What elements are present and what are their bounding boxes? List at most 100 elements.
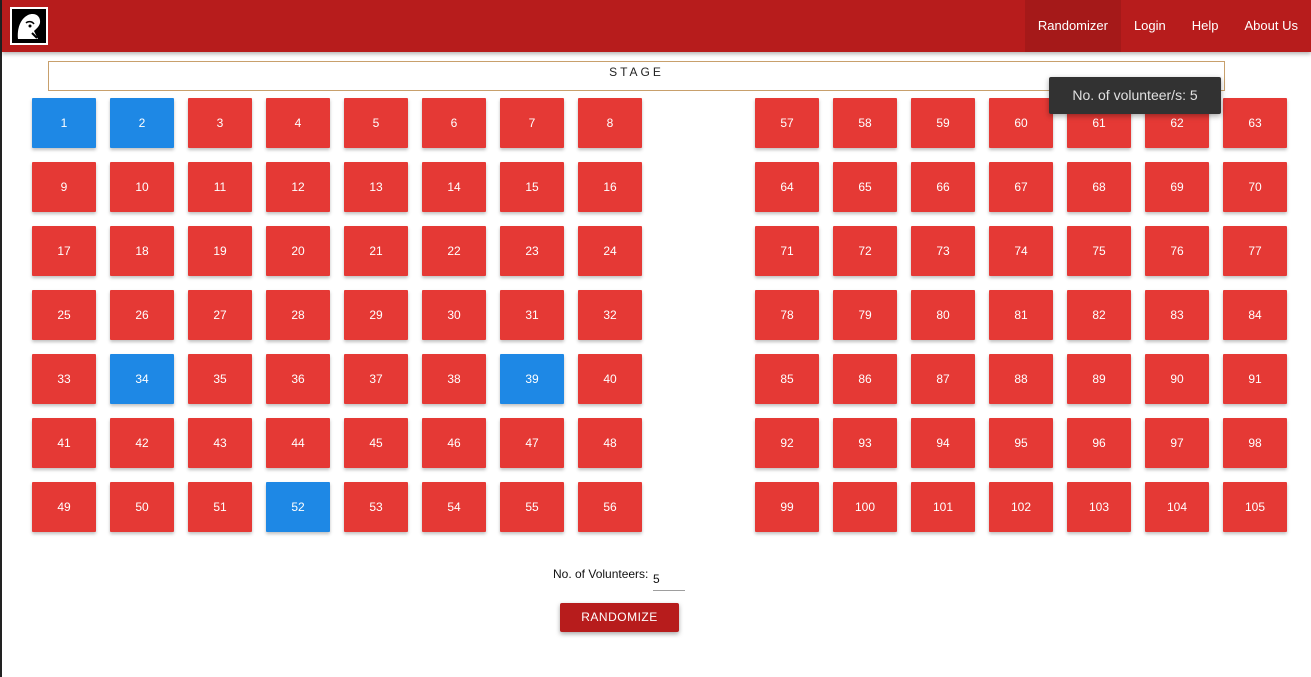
seat-4[interactable]: 4: [266, 98, 330, 148]
seat-60[interactable]: 60: [989, 98, 1053, 148]
randomize-button[interactable]: RANDOMIZE: [560, 603, 679, 632]
seat-33[interactable]: 33: [32, 354, 96, 404]
seat-21[interactable]: 21: [344, 226, 408, 276]
seat-99[interactable]: 99: [755, 482, 819, 532]
seat-49[interactable]: 49: [32, 482, 96, 532]
seat-51[interactable]: 51: [188, 482, 252, 532]
seat-9[interactable]: 9: [32, 162, 96, 212]
seat-75[interactable]: 75: [1067, 226, 1131, 276]
seat-35[interactable]: 35: [188, 354, 252, 404]
profile-logo-icon[interactable]: [10, 7, 48, 45]
nav-about-us[interactable]: About Us: [1232, 0, 1311, 52]
seat-56[interactable]: 56: [578, 482, 642, 532]
seat-85[interactable]: 85: [755, 354, 819, 404]
seat-18[interactable]: 18: [110, 226, 174, 276]
seat-68[interactable]: 68: [1067, 162, 1131, 212]
seat-42[interactable]: 42: [110, 418, 174, 468]
seat-101[interactable]: 101: [911, 482, 975, 532]
seat-8[interactable]: 8: [578, 98, 642, 148]
seat-79[interactable]: 79: [833, 290, 897, 340]
seat-71[interactable]: 71: [755, 226, 819, 276]
seat-102[interactable]: 102: [989, 482, 1053, 532]
seat-65[interactable]: 65: [833, 162, 897, 212]
seat-32[interactable]: 32: [578, 290, 642, 340]
seat-95[interactable]: 95: [989, 418, 1053, 468]
seat-27[interactable]: 27: [188, 290, 252, 340]
seat-34[interactable]: 34: [110, 354, 174, 404]
seat-84[interactable]: 84: [1223, 290, 1287, 340]
seat-57[interactable]: 57: [755, 98, 819, 148]
seat-2[interactable]: 2: [110, 98, 174, 148]
seat-48[interactable]: 48: [578, 418, 642, 468]
seat-12[interactable]: 12: [266, 162, 330, 212]
seat-19[interactable]: 19: [188, 226, 252, 276]
seat-23[interactable]: 23: [500, 226, 564, 276]
seat-93[interactable]: 93: [833, 418, 897, 468]
seat-15[interactable]: 15: [500, 162, 564, 212]
seat-66[interactable]: 66: [911, 162, 975, 212]
seat-39[interactable]: 39: [500, 354, 564, 404]
seat-26[interactable]: 26: [110, 290, 174, 340]
seat-20[interactable]: 20: [266, 226, 330, 276]
seat-82[interactable]: 82: [1067, 290, 1131, 340]
seat-55[interactable]: 55: [500, 482, 564, 532]
seat-72[interactable]: 72: [833, 226, 897, 276]
seat-10[interactable]: 10: [110, 162, 174, 212]
seat-7[interactable]: 7: [500, 98, 564, 148]
seat-74[interactable]: 74: [989, 226, 1053, 276]
seat-13[interactable]: 13: [344, 162, 408, 212]
seat-90[interactable]: 90: [1145, 354, 1209, 404]
seat-78[interactable]: 78: [755, 290, 819, 340]
seat-103[interactable]: 103: [1067, 482, 1131, 532]
nav-help[interactable]: Help: [1179, 0, 1232, 52]
seat-45[interactable]: 45: [344, 418, 408, 468]
seat-105[interactable]: 105: [1223, 482, 1287, 532]
seat-98[interactable]: 98: [1223, 418, 1287, 468]
seat-25[interactable]: 25: [32, 290, 96, 340]
seat-88[interactable]: 88: [989, 354, 1053, 404]
seat-3[interactable]: 3: [188, 98, 252, 148]
seat-58[interactable]: 58: [833, 98, 897, 148]
seat-31[interactable]: 31: [500, 290, 564, 340]
seat-59[interactable]: 59: [911, 98, 975, 148]
seat-64[interactable]: 64: [755, 162, 819, 212]
seat-43[interactable]: 43: [188, 418, 252, 468]
seat-87[interactable]: 87: [911, 354, 975, 404]
seat-81[interactable]: 81: [989, 290, 1053, 340]
seat-91[interactable]: 91: [1223, 354, 1287, 404]
seat-37[interactable]: 37: [344, 354, 408, 404]
seat-47[interactable]: 47: [500, 418, 564, 468]
seat-38[interactable]: 38: [422, 354, 486, 404]
seat-92[interactable]: 92: [755, 418, 819, 468]
seat-36[interactable]: 36: [266, 354, 330, 404]
seat-28[interactable]: 28: [266, 290, 330, 340]
seat-30[interactable]: 30: [422, 290, 486, 340]
seat-24[interactable]: 24: [578, 226, 642, 276]
seat-53[interactable]: 53: [344, 482, 408, 532]
seat-100[interactable]: 100: [833, 482, 897, 532]
seat-80[interactable]: 80: [911, 290, 975, 340]
seat-76[interactable]: 76: [1145, 226, 1209, 276]
nav-randomizer[interactable]: Randomizer: [1024, 0, 1121, 52]
seat-97[interactable]: 97: [1145, 418, 1209, 468]
seat-73[interactable]: 73: [911, 226, 975, 276]
seat-54[interactable]: 54: [422, 482, 486, 532]
seat-94[interactable]: 94: [911, 418, 975, 468]
seat-14[interactable]: 14: [422, 162, 486, 212]
seat-52[interactable]: 52: [266, 482, 330, 532]
seat-96[interactable]: 96: [1067, 418, 1131, 468]
seat-89[interactable]: 89: [1067, 354, 1131, 404]
seat-83[interactable]: 83: [1145, 290, 1209, 340]
seat-41[interactable]: 41: [32, 418, 96, 468]
seat-5[interactable]: 5: [344, 98, 408, 148]
seat-77[interactable]: 77: [1223, 226, 1287, 276]
seat-70[interactable]: 70: [1223, 162, 1287, 212]
seat-63[interactable]: 63: [1223, 98, 1287, 148]
seat-17[interactable]: 17: [32, 226, 96, 276]
seat-86[interactable]: 86: [833, 354, 897, 404]
seat-11[interactable]: 11: [188, 162, 252, 212]
seat-50[interactable]: 50: [110, 482, 174, 532]
seat-44[interactable]: 44: [266, 418, 330, 468]
seat-16[interactable]: 16: [578, 162, 642, 212]
seat-22[interactable]: 22: [422, 226, 486, 276]
